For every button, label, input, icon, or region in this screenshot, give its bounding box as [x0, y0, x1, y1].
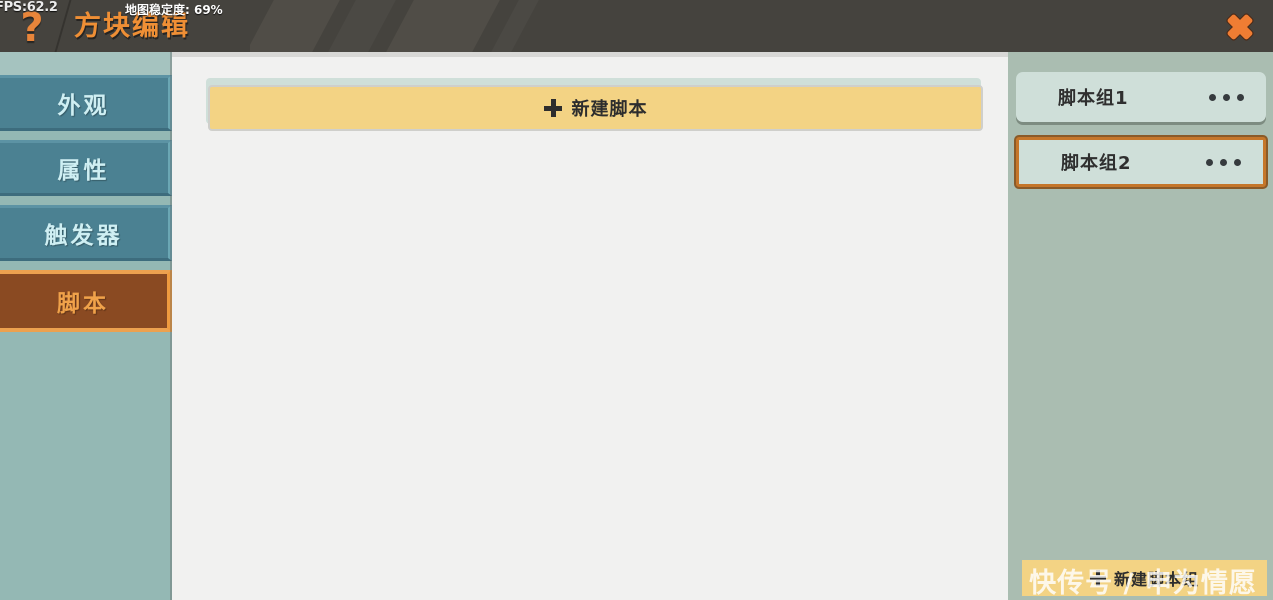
main-content-area: 脚本: [172, 52, 1008, 600]
left-sidebar: 外观 属性 触发器 脚本: [0, 52, 172, 600]
fps-counter: FPS:62.2: [0, 0, 58, 15]
sidebar-item-label: 外观: [57, 93, 110, 119]
window-header: ? 方块编辑 FPS:62.2 地图稳定度: 69%: [0, 0, 1273, 52]
sidebar-item-appearance[interactable]: 外观: [0, 75, 172, 131]
new-script-group-button-label: 新建脚本组: [1113, 570, 1199, 589]
plus-icon: [1089, 570, 1106, 586]
new-script-button[interactable]: 新建脚本: [208, 85, 983, 131]
close-button[interactable]: [1219, 6, 1261, 48]
sidebar-item-label: 触发器: [44, 223, 123, 249]
block-editor-window: ? 方块编辑 FPS:62.2 地图稳定度: 69% 外观 属性 触发器 脚本 …: [0, 0, 1273, 600]
header-stripe-decoration: [250, 0, 580, 52]
script-group-label: 脚本组2: [1061, 153, 1132, 174]
map-stability-label: 地图稳定度: 69%: [125, 3, 223, 17]
script-group-options-menu[interactable]: [1206, 158, 1241, 166]
main-top-divider: [172, 52, 1008, 57]
sidebar-item-properties[interactable]: 属性: [0, 140, 172, 196]
sidebar-top-strip: [0, 52, 172, 75]
new-script-button-label: 新建脚本: [571, 99, 648, 120]
plus-icon: [543, 99, 562, 117]
script-group-item[interactable]: 脚本组1: [1016, 72, 1266, 122]
script-group-item-selected[interactable]: 脚本组2: [1016, 137, 1266, 187]
sidebar-item-scripts[interactable]: 脚本: [0, 270, 172, 332]
new-script-group-button[interactable]: 新建脚本组: [1022, 560, 1267, 596]
script-group-options-menu[interactable]: [1209, 93, 1244, 101]
close-icon: [1226, 13, 1254, 41]
sidebar-item-label: 属性: [57, 158, 110, 184]
sidebar-item-triggers[interactable]: 触发器: [0, 205, 172, 261]
sidebar-item-label: 脚本: [57, 291, 109, 317]
script-group-label: 脚本组1: [1058, 88, 1129, 109]
script-groups-panel: 脚本组1 脚本组2 新建脚本组: [1008, 52, 1273, 600]
